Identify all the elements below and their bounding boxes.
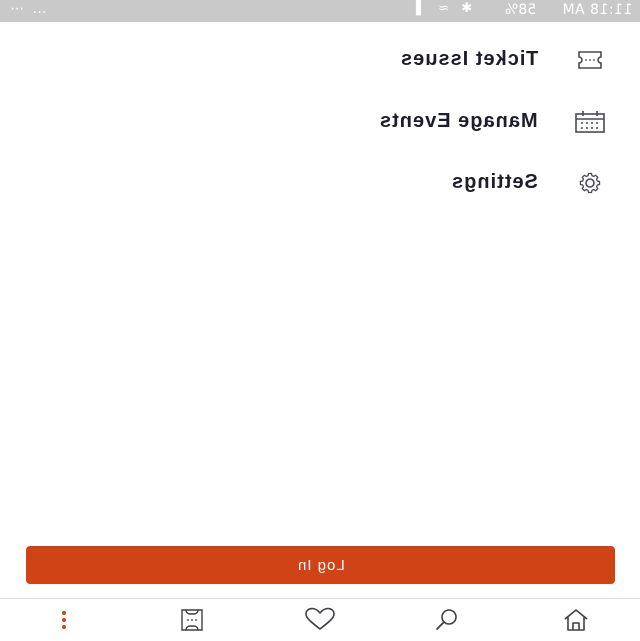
search-icon: [436, 609, 457, 630]
menu-item-label: Manage Events: [379, 110, 538, 132]
menu-item-ticket-issues[interactable]: Ticket Issues: [246, 40, 606, 80]
status-bar-signal-icons: ✱ ≈ ▐: [412, 1, 472, 16]
log-in-button-label: Log In: [296, 556, 345, 574]
more-icon: [62, 611, 66, 629]
home-icon: [564, 609, 588, 631]
battery-indicator: 58%: [505, 2, 536, 18]
battery-percent: 58%: [504, 2, 536, 18]
heart-icon: [305, 607, 335, 630]
clock-time: 11:18 AM: [561, 2, 632, 18]
clock: 11:18 AM: [562, 2, 632, 18]
wifi-signal-icon: ✱ ≈ ▐: [411, 1, 472, 16]
bottom-nav: [0, 598, 640, 641]
nav-home[interactable]: [546, 599, 606, 641]
menu-item-settings[interactable]: Settings: [246, 163, 606, 203]
nav-favorites[interactable]: [290, 599, 350, 641]
nav-search[interactable]: [417, 599, 477, 641]
ticket-icon: [574, 48, 606, 72]
menu-item-label: Ticket Issues: [399, 48, 538, 70]
log-in-button[interactable]: Log In: [26, 546, 615, 584]
menu-item-manage-events[interactable]: Manage Events: [246, 102, 606, 142]
calendar-icon: [574, 110, 606, 134]
gear-icon: [574, 171, 606, 195]
menu-item-label: Settings: [451, 171, 538, 193]
more-dots-icon: … ⋯: [8, 1, 47, 17]
nav-tickets[interactable]: [162, 599, 222, 641]
status-bar-left-icons: … ⋯: [8, 1, 46, 17]
ticket-icon: [181, 609, 203, 631]
status-bar: … ⋯ ✱ ≈ ▐ 58% 11:18 AM: [0, 0, 640, 22]
nav-more[interactable]: [34, 599, 94, 641]
